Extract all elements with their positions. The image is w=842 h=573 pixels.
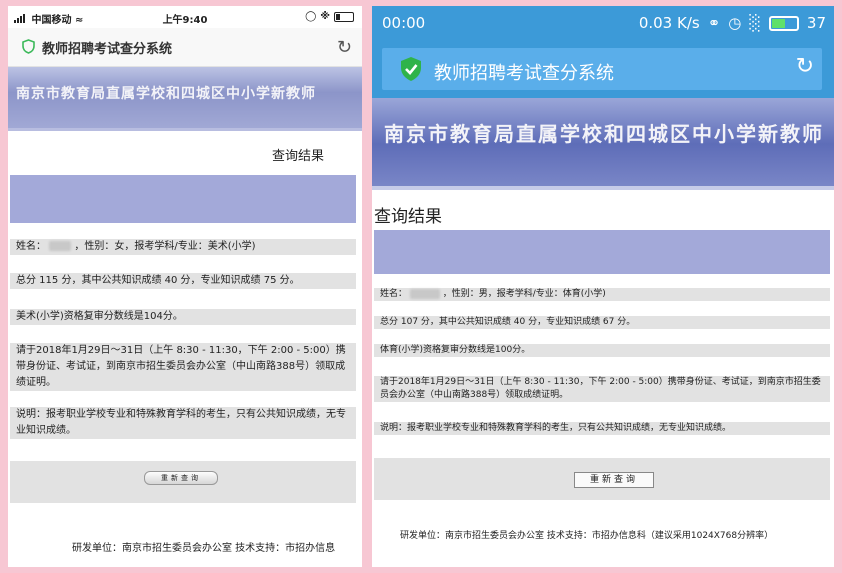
reset-query-button[interactable]: 重新查询 — [574, 472, 654, 488]
result-header-band — [374, 230, 830, 274]
alarm-icon: ◷ — [728, 14, 742, 32]
result-panel: 查询结果 姓名： ，性别：女，报考学科/专业：美术(小学) 总分 115 分，其… — [8, 131, 362, 567]
banner-text: 南京市教育局直属学校和四城区中小学新教师 — [16, 86, 316, 102]
bluetooth-icon: ※ — [320, 11, 330, 22]
nav-bar: 教师招聘考试查分系统 ↻ — [372, 42, 834, 98]
cutoff-row: 体育(小学)资格复审分数线是100分。 — [374, 344, 830, 357]
page-title: 教师招聘考试查分系统 — [42, 42, 173, 57]
score-row: 总分 107 分，其中公共知识成绩 40 分，专业知识成绩 67 分。 — [374, 316, 830, 329]
redacted-name — [409, 288, 440, 299]
reset-query-button[interactable]: 重新查询 — [144, 471, 218, 485]
right-phone-screenshot: 00:00 0.03 K/s ⚭ ◷ ░ 37 教师招聘考试查分系统 ↻ 南京市… — [372, 6, 834, 567]
info-row: 姓名： ，性别：女，报考学科/专业：美术(小学) — [10, 239, 356, 255]
headphone-icon: ⚭ — [707, 14, 721, 32]
signal-icon: ░ — [749, 14, 761, 32]
nav-bar: 教师招聘考试查分系统 ↻ — [8, 28, 362, 67]
shield-check-icon — [22, 39, 35, 54]
result-panel: 查询结果 姓名： ，性别：男，报考学科/专业：体育(小学) 总分 107 分，其… — [372, 190, 834, 567]
reload-icon[interactable]: ↻ — [796, 54, 814, 79]
header-banner: 南京市教育局直属学校和四城区中小学新教师 — [8, 67, 362, 131]
status-bar: 00:00 0.03 K/s ⚭ ◷ ░ 37 — [372, 6, 834, 42]
notice-row: 请于2018年1月29日～31日（上午 8:30 - 11:30，下午 2:00… — [10, 343, 356, 391]
status-bar: 中国移动 ≈ 上午9:40 ◯ ※ — [8, 6, 362, 28]
note-row: 说明：报考职业学校专业和特殊教育学科的考生，只有公共知识成绩，无专业知识成绩。 — [10, 407, 356, 439]
result-header-band — [10, 175, 356, 223]
redacted-name — [49, 241, 72, 251]
notice-row: 请于2018年1月29日～31日（上午 8:30 - 11:30，下午 2:00… — [374, 376, 830, 402]
shield-check-icon — [401, 57, 421, 81]
battery-icon — [768, 15, 799, 31]
lock-rotation-icon: ◯ — [305, 11, 317, 22]
status-time: 00:00 — [382, 14, 426, 32]
result-title: 查询结果 — [374, 207, 442, 227]
page-title: 教师招聘考试查分系统 — [434, 63, 614, 84]
info-row: 姓名： ，性别：男，报考学科/专业：体育(小学) — [374, 288, 830, 301]
cutoff-row: 美术(小学)资格复审分数线是104分。 — [10, 309, 356, 325]
header-banner: 南京市教育局直属学校和四城区中小学新教师 — [372, 98, 834, 190]
network-speed: 0.03 K/s — [638, 14, 700, 32]
reload-icon[interactable]: ↻ — [337, 37, 352, 58]
footer-text: 研发单位：南京市招生委员会办公室 技术支持：市招办信息科（建议采用1024X76… — [400, 531, 774, 541]
result-title: 查询结果 — [272, 149, 325, 164]
battery-level: 37 — [806, 14, 826, 32]
score-row: 总分 115 分，其中公共知识成绩 40 分，专业知识成绩 75 分。 — [10, 273, 356, 289]
left-phone-screenshot: 中国移动 ≈ 上午9:40 ◯ ※ 教师招聘考试查分系统 ↻ 南京市教育局直属学… — [8, 6, 362, 567]
banner-text: 南京市教育局直属学校和四城区中小学新教师 — [384, 122, 824, 146]
battery-icon — [334, 11, 354, 22]
note-row: 说明：报考职业学校专业和特殊教育学科的考生，只有公共知识成绩，无专业知识成绩。 — [374, 422, 830, 435]
footer-text: 研发单位：南京市招生委员会办公室 技术支持：市招办信息 — [72, 543, 336, 554]
